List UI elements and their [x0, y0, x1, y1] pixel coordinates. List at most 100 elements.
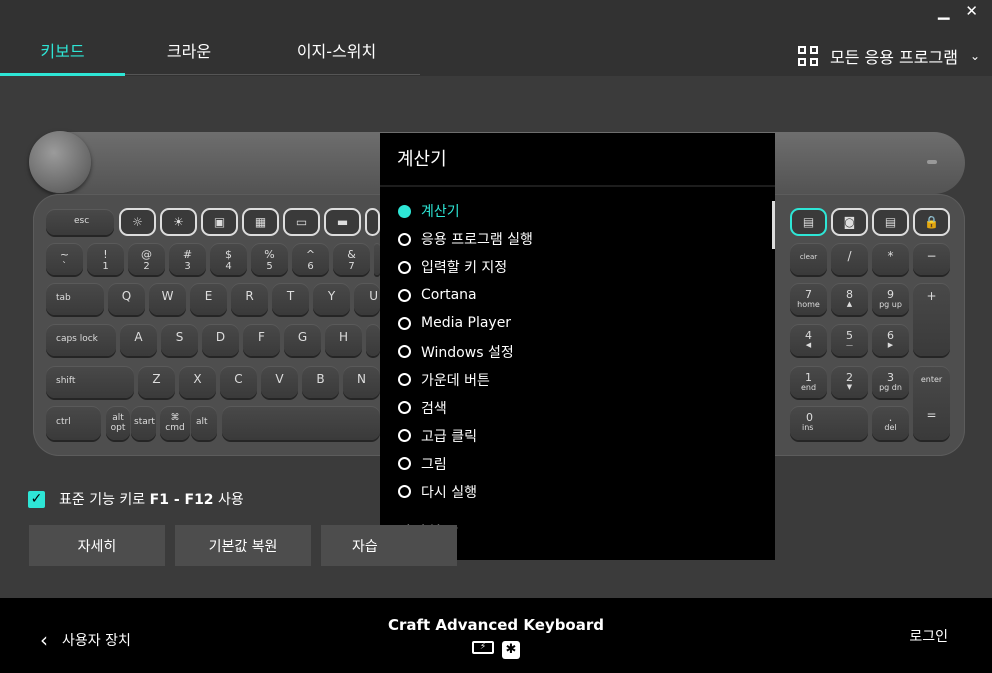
option-pictures[interactable]: 그림 — [398, 450, 533, 478]
key-f1[interactable]: ☼ — [119, 208, 156, 236]
option-cortana[interactable]: Cortana — [398, 281, 533, 309]
minimize-button[interactable]: ▁ — [938, 2, 950, 20]
key-calculator[interactable]: ▤ — [790, 208, 827, 236]
key-num-5[interactable]: 5— — [831, 324, 868, 356]
key-esc[interactable]: esc — [46, 209, 114, 235]
details-button[interactable]: 자세히 — [29, 525, 165, 566]
key-caps-lock[interactable]: caps lock — [46, 324, 116, 356]
radio-icon — [398, 401, 411, 415]
key-context-menu[interactable]: ▤ — [872, 208, 909, 236]
key-7[interactable]: & 7 — [333, 243, 370, 275]
key-num-8[interactable]: 8 ▲ — [831, 283, 868, 315]
key-f2[interactable]: ☀ — [160, 208, 197, 236]
key-4[interactable]: $4 — [210, 243, 247, 275]
option-redo[interactable]: 다시 실행 — [398, 478, 533, 506]
option-windows-settings[interactable]: Windows 설정 — [398, 337, 533, 365]
key-f3[interactable]: ▣ — [201, 208, 238, 236]
key-num-6[interactable]: 6 ▶ — [872, 324, 909, 356]
tab-crown[interactable]: 크라운 — [125, 32, 253, 76]
learn-button[interactable]: 자습 — [321, 525, 457, 566]
key-num-3[interactable]: 3 pg dn — [872, 366, 909, 398]
key-v[interactable]: V — [261, 366, 298, 398]
key-shift[interactable]: shift — [46, 366, 134, 398]
tab-keyboard[interactable]: 키보드 — [0, 32, 125, 76]
option-middle-button[interactable]: 가운데 버튼 — [398, 366, 533, 394]
key-cmd[interactable]: ⌘ cmd — [160, 406, 190, 440]
key-start[interactable]: start — [131, 406, 156, 440]
key-3[interactable]: #3 — [169, 243, 206, 275]
option-calculator[interactable]: 계산기 — [398, 197, 533, 225]
key-5[interactable]: % 5 — [251, 243, 288, 275]
key-s[interactable]: S — [161, 324, 198, 356]
key-f4[interactable]: ▦ — [242, 208, 279, 236]
key-num-0[interactable]: 0 ins — [790, 406, 868, 440]
key-e[interactable]: E — [190, 283, 227, 315]
key-x[interactable]: X — [179, 366, 216, 398]
app-selector[interactable]: 모든 응용 프로그램 ⌄ — [798, 44, 980, 68]
close-button[interactable]: ✕ — [965, 2, 978, 20]
key-h[interactable]: H — [325, 324, 362, 356]
battery-icon: ⚡ — [472, 641, 494, 654]
key-q[interactable]: Q — [108, 283, 145, 315]
key-num-4[interactable]: 4 ◀ — [790, 324, 827, 356]
key-w[interactable]: W — [149, 283, 186, 315]
option-search[interactable]: 검색 — [398, 394, 533, 422]
key-c[interactable]: C — [220, 366, 257, 398]
key-num-7[interactable]: 7 home — [790, 283, 827, 315]
fkey-option[interactable]: ✓ 표준 기능 키로 F1 - F12 사용 — [28, 489, 244, 509]
radio-icon — [398, 204, 411, 218]
option-keystroke[interactable]: 입력할 키 지정 — [398, 253, 533, 281]
key-alt[interactable]: alt — [191, 406, 217, 440]
key-n[interactable]: N — [343, 366, 380, 398]
key-g[interactable]: G — [284, 324, 321, 356]
key-tilde[interactable]: ~ ` — [46, 243, 83, 275]
key-tab[interactable]: tab — [46, 283, 104, 315]
key-num-star[interactable]: * — [872, 243, 909, 275]
key-num-plus[interactable]: + — [913, 283, 950, 356]
key-b[interactable]: B — [302, 366, 339, 398]
key-num-minus[interactable]: − — [913, 243, 950, 275]
key-space[interactable] — [222, 406, 380, 440]
key-ctrl[interactable]: ctrl — [46, 406, 101, 440]
grid-icon — [798, 46, 818, 66]
key-y[interactable]: Y — [313, 283, 350, 315]
radio-icon — [398, 457, 411, 471]
option-advanced-click[interactable]: 고급 클릭 — [398, 422, 533, 450]
key-a[interactable]: A — [120, 324, 157, 356]
key-d[interactable]: D — [202, 324, 239, 356]
key-f6[interactable]: ▬ — [324, 208, 361, 236]
key-screenshot[interactable]: ◙ — [831, 208, 868, 236]
key-num-9[interactable]: 9 pg up — [872, 283, 909, 315]
key-num-dot[interactable]: . del — [872, 406, 909, 440]
key-num-enter[interactable]: enter = — [913, 366, 950, 440]
key-num-1[interactable]: 1 end — [790, 366, 827, 398]
key-f[interactable]: F — [243, 324, 280, 356]
key-f5[interactable]: ▭ — [283, 208, 320, 236]
option-media-player[interactable]: Media Player — [398, 309, 533, 337]
key-num-slash[interactable]: / — [831, 243, 868, 275]
key-clear[interactable]: clear — [790, 243, 827, 275]
key-6[interactable]: ^ 6 — [292, 243, 329, 275]
key-lock[interactable]: 🔒 — [913, 208, 950, 236]
restore-defaults-button[interactable]: 기본값 복원 — [175, 525, 311, 566]
key-2[interactable]: @2 — [128, 243, 165, 275]
scrollbar[interactable] — [772, 201, 775, 249]
key-j[interactable] — [366, 324, 380, 356]
radio-icon — [398, 316, 411, 330]
key-1[interactable]: ! 1 — [87, 243, 124, 275]
key-u[interactable]: U — [354, 283, 380, 315]
radio-icon — [398, 288, 411, 302]
option-launch-app[interactable]: 응용 프로그램 실행 — [398, 225, 533, 253]
key-f7[interactable] — [365, 208, 380, 236]
login-button[interactable]: 로그인 — [909, 626, 948, 646]
crown-dial[interactable] — [29, 131, 91, 193]
tab-easy-switch[interactable]: 이지-스위치 — [253, 32, 420, 76]
key-z[interactable]: Z — [138, 366, 175, 398]
radio-icon — [398, 232, 411, 246]
key-t[interactable]: T — [272, 283, 309, 315]
divider — [380, 185, 775, 187]
checkbox-checked-icon[interactable]: ✓ — [28, 490, 45, 508]
key-num-2[interactable]: 2 ▼ — [831, 366, 868, 398]
key-alt-opt[interactable]: alt opt — [106, 406, 130, 440]
key-r[interactable]: R — [231, 283, 268, 315]
